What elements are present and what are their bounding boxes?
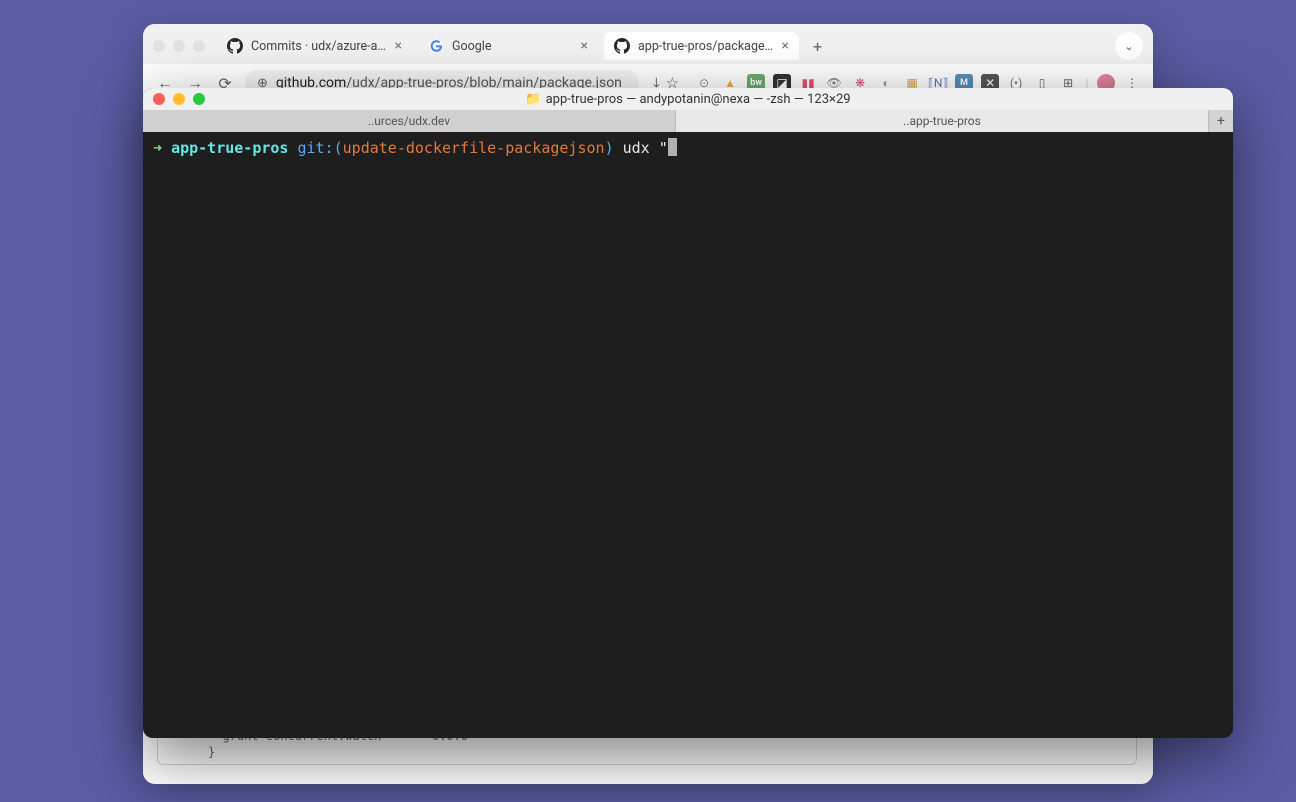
- minimize-window-icon[interactable]: [173, 40, 185, 52]
- browser-tab-package-json[interactable]: app-true-pros/package.json a ×: [604, 32, 799, 60]
- minimize-window-icon[interactable]: [173, 93, 185, 105]
- window-traffic-lights[interactable]: [153, 40, 205, 52]
- terminal-body[interactable]: ➜ app-true-pros git:(update-dockerfile-p…: [143, 132, 1233, 738]
- terminal-tab-app-true-pros[interactable]: ..app-true-pros: [676, 110, 1209, 132]
- terminal-titlebar[interactable]: 📁 app-true-pros — andypotanin@nexa — -zs…: [143, 88, 1233, 110]
- maximize-window-icon[interactable]: [193, 93, 205, 105]
- tab-title: app-true-pros/package.json a: [638, 39, 774, 54]
- browser-tab-google[interactable]: Google ×: [418, 32, 598, 60]
- close-tab-icon[interactable]: ×: [395, 38, 402, 54]
- prompt-paren-open: (: [334, 139, 343, 157]
- google-icon: [428, 38, 444, 54]
- close-tab-icon[interactable]: ×: [782, 38, 789, 54]
- close-tab-icon[interactable]: ×: [581, 38, 588, 54]
- terminal-tab-udx-dev[interactable]: ..urces/udx.dev: [143, 110, 676, 132]
- browser-tab-commits[interactable]: Commits · udx/azure-apim-dr ×: [217, 32, 412, 60]
- terminal-title: 📁 app-true-pros — andypotanin@nexa — -zs…: [143, 92, 1233, 107]
- close-window-icon[interactable]: [153, 93, 165, 105]
- new-tab-button[interactable]: +: [805, 37, 830, 56]
- terminal-cursor: [668, 138, 677, 156]
- folder-icon: 📁: [525, 92, 541, 107]
- prompt-git-label: git:: [298, 139, 334, 157]
- browser-tab-bar: Commits · udx/azure-apim-dr × Google × a…: [143, 24, 1153, 64]
- maximize-window-icon[interactable]: [193, 40, 205, 52]
- tab-title: Commits · udx/azure-apim-dr: [251, 39, 387, 54]
- terminal-tab-bar: ..urces/udx.dev ..app-true-pros +: [143, 110, 1233, 132]
- github-icon: [227, 38, 243, 54]
- github-icon: [614, 38, 630, 54]
- prompt-paren-close: ): [605, 139, 614, 157]
- prompt-arrow: ➜: [153, 139, 162, 157]
- tab-title: Google: [452, 39, 573, 54]
- terminal-traffic-lights[interactable]: [153, 93, 205, 105]
- terminal-window: 📁 app-true-pros — andypotanin@nexa — -zs…: [143, 88, 1233, 738]
- prompt-command: udx ": [623, 139, 668, 157]
- tab-dropdown-button[interactable]: ⌄: [1115, 32, 1143, 60]
- prompt-path: app-true-pros: [171, 139, 288, 157]
- terminal-new-tab-button[interactable]: +: [1209, 110, 1233, 132]
- close-window-icon[interactable]: [153, 40, 165, 52]
- prompt-branch: update-dockerfile-packagejson: [343, 139, 605, 157]
